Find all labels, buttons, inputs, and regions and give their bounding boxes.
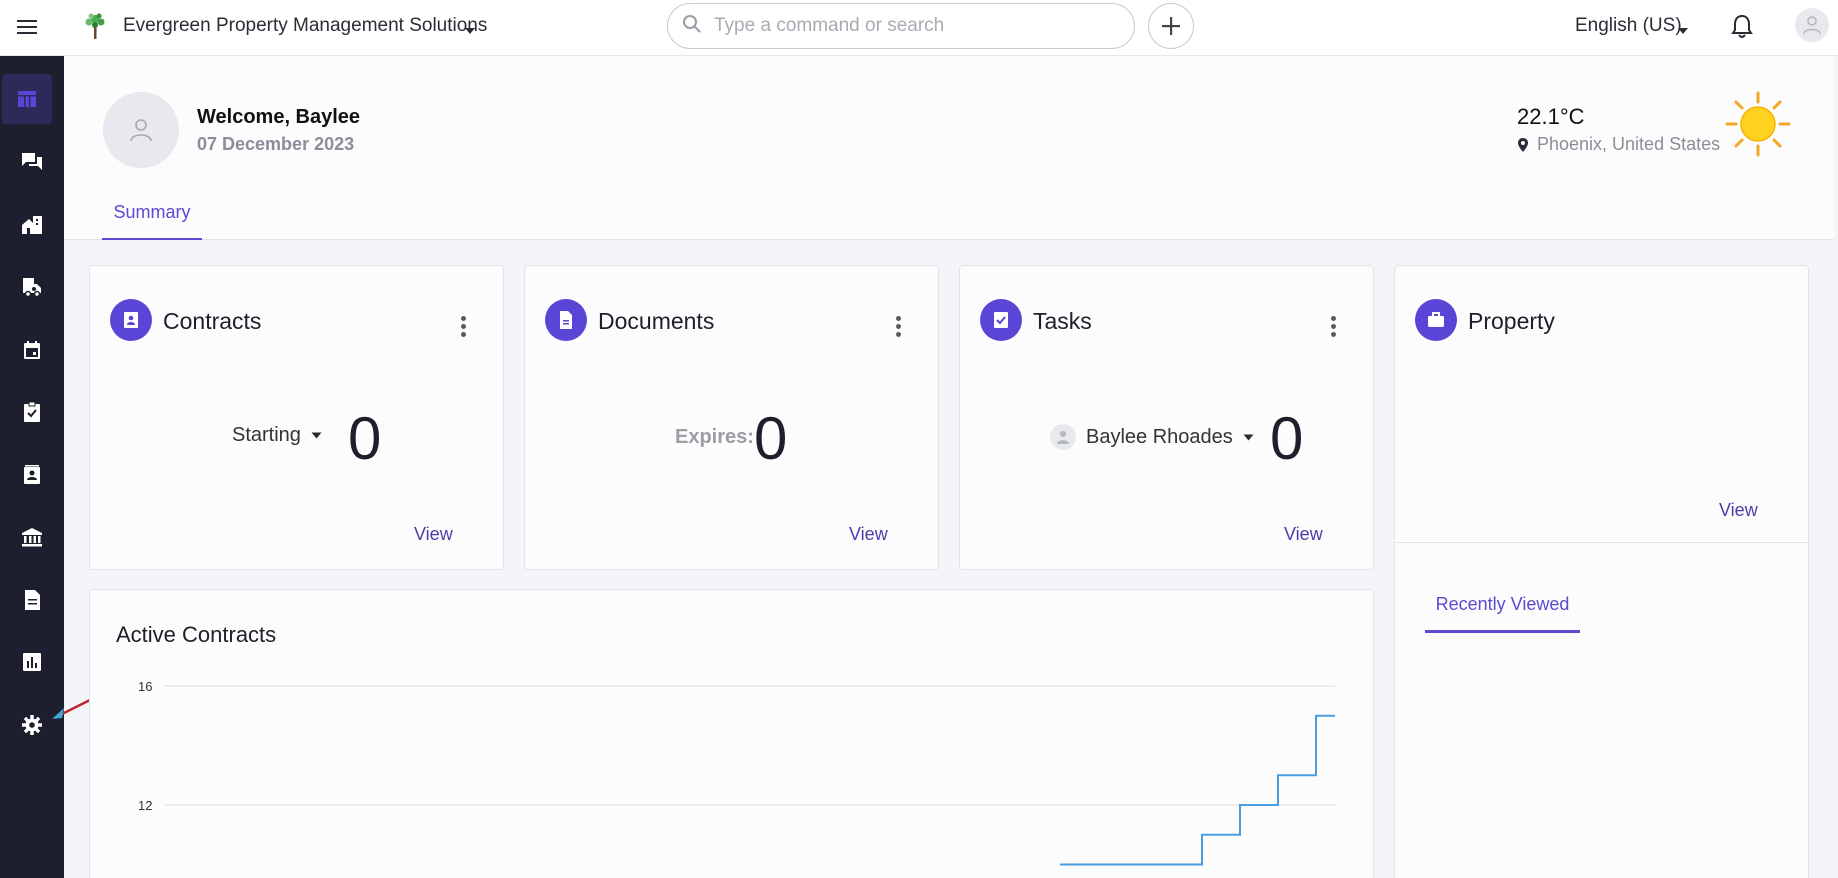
current-date: 07 December 2023 <box>197 134 355 154</box>
profile-avatar[interactable] <box>103 92 179 168</box>
tasks-view-link[interactable]: View <box>1284 524 1323 545</box>
truck-icon <box>23 278 41 298</box>
sidebar-item-messages[interactable] <box>0 137 64 187</box>
y-tick-label: 12 <box>138 798 152 813</box>
documents-more-options-icon[interactable] <box>896 316 902 340</box>
tasks-title: Tasks <box>1033 308 1092 334</box>
welcome-message: Welcome, Baylee <box>197 106 361 128</box>
contracts-more-options-icon[interactable] <box>461 316 467 340</box>
sidebar <box>0 56 64 878</box>
hamburger-menu-icon[interactable] <box>14 14 40 40</box>
search-input[interactable] <box>714 15 1114 37</box>
y-tick-label: 16 <box>138 679 152 694</box>
weather-location: Phoenix, United States <box>1517 134 1720 155</box>
tasks-more-options-icon[interactable] <box>1331 316 1337 340</box>
location-pin-icon <box>1518 137 1528 152</box>
property-title: Property <box>1468 308 1555 334</box>
document-card-icon <box>545 299 587 341</box>
temperature: 22.1°C <box>1517 104 1585 129</box>
tasks-count: 0 <box>1270 405 1304 472</box>
clipboard-check-icon <box>24 401 40 422</box>
user-icon <box>130 119 152 142</box>
chat-icon <box>22 153 42 170</box>
chevron-down-icon <box>311 432 322 439</box>
plus-icon <box>1162 17 1180 35</box>
organization-dropdown-caret-icon[interactable] <box>464 22 476 40</box>
command-search-box[interactable] <box>667 3 1135 49</box>
contracts-count: 0 <box>348 405 382 472</box>
active-contracts-series-line <box>1060 714 1335 866</box>
active-contracts-chart-card: Active Contracts 16 12 <box>89 589 1374 878</box>
location-text: Phoenix, United States <box>1537 134 1721 154</box>
sidebar-item-properties[interactable] <box>0 200 64 250</box>
contracts-title: Contracts <box>163 308 262 334</box>
contracts-view-link[interactable]: View <box>414 524 453 545</box>
active-contracts-chart: 1612 <box>138 679 1335 866</box>
search-icon <box>682 14 702 39</box>
bar-chart-icon <box>23 653 41 671</box>
documents-title: Documents <box>598 308 715 334</box>
top-bar: Evergreen Property Management Solutions … <box>0 0 1838 56</box>
contracts-filter-label: Starting <box>232 424 301 446</box>
sidebar-item-calendar[interactable] <box>0 325 64 375</box>
organization-name[interactable]: Evergreen Property Management Solutions <box>123 15 487 37</box>
sidebar-item-documents[interactable] <box>0 575 64 625</box>
sidebar-item-tasks[interactable] <box>0 387 64 437</box>
tab-recently-viewed[interactable]: Recently Viewed <box>1425 592 1580 633</box>
property-divider <box>1395 542 1808 543</box>
notification-bell-icon[interactable] <box>1731 13 1753 44</box>
sidebar-item-financials[interactable] <box>0 512 64 562</box>
contract-card-icon <box>110 299 152 341</box>
tasks-card-icon <box>980 299 1022 341</box>
document-icon <box>25 590 40 610</box>
language-dropdown-caret-icon[interactable] <box>1677 22 1689 40</box>
contracts-card: Contracts Starting 0 View <box>89 265 504 570</box>
tasks-card: Tasks Baylee Rhoades 0 View <box>959 265 1374 570</box>
calendar-icon <box>24 341 40 359</box>
sidebar-item-leases[interactable] <box>0 262 64 312</box>
tasks-assignee-name: Baylee Rhoades <box>1086 425 1233 448</box>
documents-view-link[interactable]: View <box>849 524 888 545</box>
property-card: Property View <box>1394 265 1809 878</box>
dashboard-icon <box>18 91 36 107</box>
assignee-avatar <box>1050 424 1076 450</box>
sunny-weather-icon <box>1724 90 1792 163</box>
property-view-link[interactable]: View <box>1719 500 1758 521</box>
add-button[interactable] <box>1148 3 1194 49</box>
sidebar-item-dashboard[interactable] <box>2 74 52 124</box>
tab-summary[interactable]: Summary <box>102 200 202 240</box>
user-avatar[interactable] <box>1795 8 1829 42</box>
tasks-assignee-dropdown[interactable]: Baylee Rhoades <box>1050 424 1254 450</box>
tree-logo-icon <box>82 12 108 40</box>
building-icon <box>22 216 42 234</box>
documents-expires-label: Expires: <box>675 426 754 448</box>
chevron-down-icon <box>1243 434 1254 440</box>
user-icon <box>1057 431 1069 444</box>
documents-count: 0 <box>754 405 788 472</box>
user-icon <box>1803 16 1821 35</box>
briefcase-icon <box>1415 299 1457 341</box>
page-header: Welcome, Baylee 07 December 2023 22.1°C … <box>64 56 1834 240</box>
contact-card-icon <box>24 465 40 484</box>
bank-icon <box>22 528 42 547</box>
gear-icon <box>22 715 42 735</box>
contracts-filter-dropdown[interactable]: Starting <box>232 424 322 447</box>
sidebar-item-contacts[interactable] <box>0 450 64 500</box>
documents-card: Documents Expires: 0 View <box>524 265 939 570</box>
language-selector[interactable]: English (US) <box>1575 15 1682 37</box>
